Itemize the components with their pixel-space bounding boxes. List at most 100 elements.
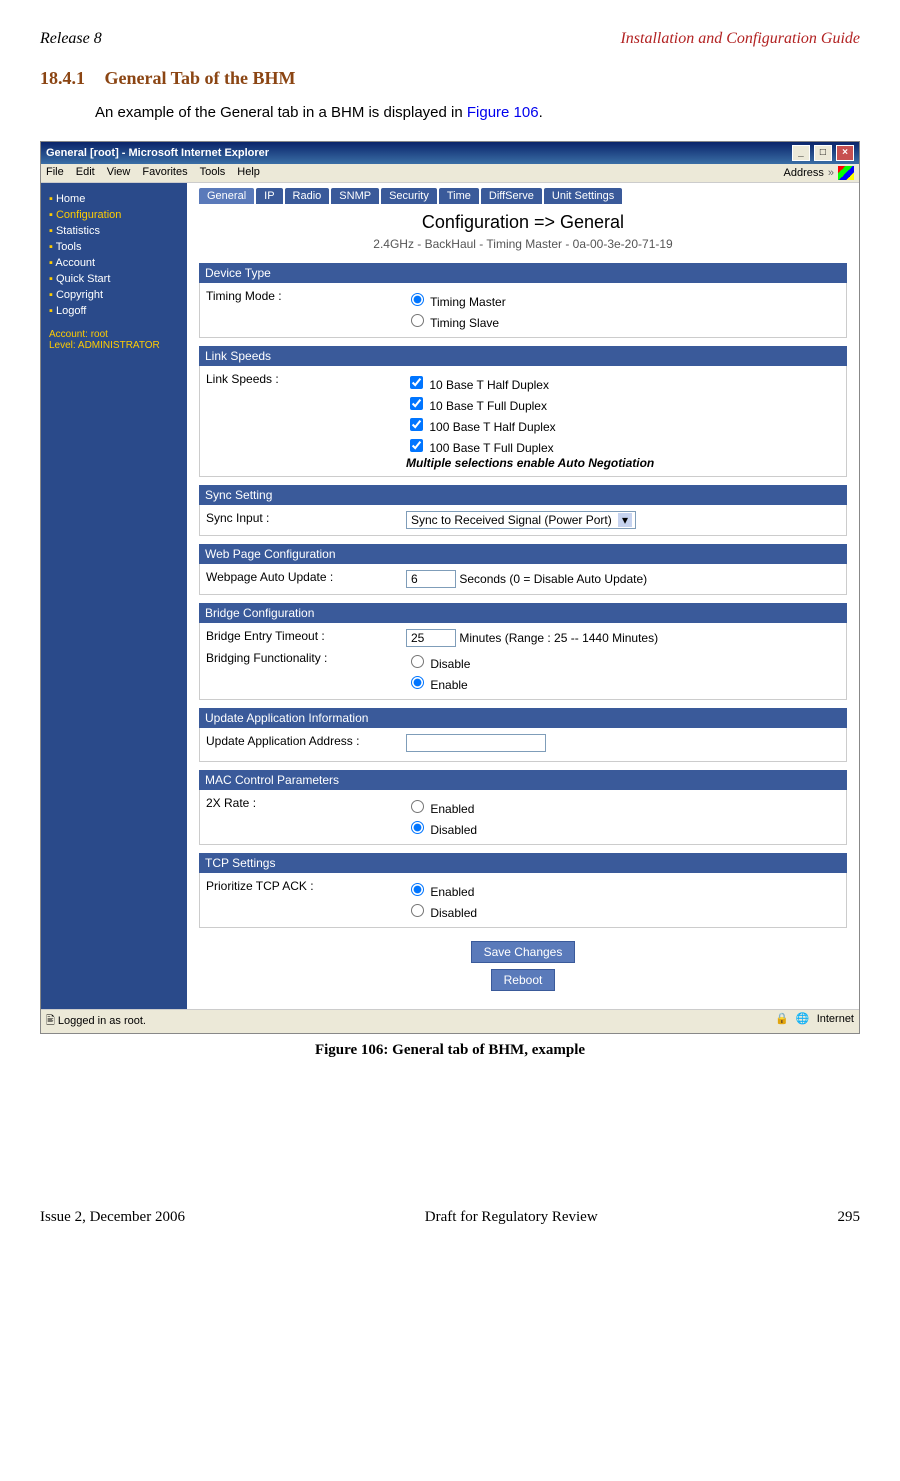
tab-radio[interactable]: Radio [285,188,330,204]
link-speed-10half-text: 10 Base T Half Duplex [429,378,549,392]
menu-edit[interactable]: Edit [76,166,95,180]
timing-mode-label: Timing Mode : [206,289,406,331]
link-speed-10half-checkbox[interactable] [410,376,423,389]
tab-security[interactable]: Security [381,188,437,204]
lock-icon: 🔒 [775,1013,789,1025]
content-area: General IP Radio SNMP Security Time Diff… [187,183,859,1009]
2x-disabled-text: Disabled [430,823,477,837]
statusbar: 🖹 Logged in as root. 🔒 🌐 Internet [41,1009,859,1033]
section-number: 18.4.1 [40,68,85,88]
2x-enabled-text: Enabled [430,802,474,816]
section-tcp: TCP Settings Prioritize TCP ACK : Enable… [199,853,847,928]
bridge-disable-text: Disable [430,657,470,671]
tab-unitsettings[interactable]: Unit Settings [544,188,622,204]
section-sync: Sync Setting Sync Input : Sync to Receiv… [199,485,847,536]
sidebar-item-account[interactable]: Account [49,255,179,271]
tab-snmp[interactable]: SNMP [331,188,379,204]
tab-general[interactable]: General [199,188,254,204]
sidebar-item-quickstart[interactable]: Quick Start [49,271,179,287]
update-address-input[interactable] [406,734,546,752]
section-header-bridge: Bridge Configuration [199,603,847,623]
button-row: Save Changes Reboot [199,938,847,994]
close-button[interactable]: × [836,145,854,161]
sync-input-dropdown[interactable]: Sync to Received Signal (Power Port) [406,511,636,529]
timing-master-radio[interactable] [411,293,424,306]
menu-favorites[interactable]: Favorites [142,166,187,180]
reboot-button[interactable]: Reboot [491,969,556,991]
browser-menubar: File Edit View Favorites Tools Help Addr… [41,164,859,183]
webpage-update-label: Webpage Auto Update : [206,570,406,588]
address-label: Address [784,167,824,179]
save-changes-button[interactable]: Save Changes [471,941,576,963]
sidebar-item-logoff[interactable]: Logoff [49,303,179,319]
timing-master-text: Timing Master [430,295,506,309]
statusbar-zone: Internet [817,1013,854,1025]
browser-window: General [root] - Microsoft Internet Expl… [40,141,860,1034]
section-device-type: Device Type Timing Mode : Timing Master … [199,263,847,338]
section-title: General Tab of the BHM [105,68,296,88]
menu-tools[interactable]: Tools [200,166,226,180]
figure-link[interactable]: Figure 106 [467,104,539,121]
menu-help[interactable]: Help [237,166,260,180]
header-right: Installation and Configuration Guide [620,30,860,48]
tcp-disabled-radio[interactable] [411,904,424,917]
browser-title: General [root] - Microsoft Internet Expl… [46,147,269,159]
footer-center: Draft for Regulatory Review [425,1209,598,1226]
maximize-button[interactable]: □ [814,145,832,161]
sidebar-item-configuration[interactable]: Configuration [49,207,179,223]
globe-icon: 🌐 [796,1013,810,1025]
section-webpage: Web Page Configuration Webpage Auto Upda… [199,544,847,595]
bridge-disable-radio[interactable] [411,655,424,668]
2x-enabled-radio[interactable] [411,800,424,813]
sidebar-item-tools[interactable]: Tools [49,239,179,255]
tcp-ack-label: Prioritize TCP ACK : [206,879,406,921]
sidebar-item-statistics[interactable]: Statistics [49,223,179,239]
section-heading: 18.4.1 General Tab of the BHM [40,68,860,89]
link-speed-10full-checkbox[interactable] [410,397,423,410]
bridge-enable-text: Enable [430,678,467,692]
tab-diffserve[interactable]: DiffServe [481,188,542,204]
sidebar: Home Configuration Statistics Tools Acco… [41,183,187,1009]
page-footer: Issue 2, December 2006 Draft for Regulat… [40,1209,860,1226]
link-speed-100full-text: 100 Base T Full Duplex [429,441,553,455]
bridge-enable-radio[interactable] [411,676,424,689]
figure-caption: Figure 106: General tab of BHM, example [40,1042,860,1059]
browser-body: Home Configuration Statistics Tools Acco… [41,183,859,1009]
2x-disabled-radio[interactable] [411,821,424,834]
go-icon[interactable]: » [828,167,834,179]
header-left: Release 8 [40,30,102,48]
browser-titlebar: General [root] - Microsoft Internet Expl… [41,142,859,164]
tab-ip[interactable]: IP [256,188,282,204]
menu-view[interactable]: View [107,166,131,180]
account-name: Account: root [49,329,179,340]
section-bridge: Bridge Configuration Bridge Entry Timeou… [199,603,847,700]
bridge-timeout-label: Bridge Entry Timeout : [206,629,406,647]
bridge-timeout-input[interactable]: 25 [406,629,456,647]
link-speed-100half-text: 100 Base T Half Duplex [429,420,555,434]
sidebar-item-copyright[interactable]: Copyright [49,287,179,303]
section-update: Update Application Information Update Ap… [199,708,847,762]
bridge-func-label: Bridging Functionality : [206,651,406,693]
tab-time[interactable]: Time [439,188,479,204]
section-header-sync: Sync Setting [199,485,847,505]
account-level: Level: ADMINISTRATOR [49,340,179,351]
link-speed-100half-checkbox[interactable] [410,418,423,431]
tcp-enabled-text: Enabled [430,885,474,899]
footer-right: 295 [837,1209,860,1226]
tcp-enabled-radio[interactable] [411,883,424,896]
page-title: Configuration => General [199,212,847,233]
timing-slave-radio[interactable] [411,314,424,327]
webpage-update-suffix: Seconds (0 = Disable Auto Update) [459,572,647,586]
address-bar: Address » [784,166,854,180]
page-header: Release 8 Installation and Configuration… [40,30,860,48]
link-speed-100full-checkbox[interactable] [410,439,423,452]
sidebar-item-home[interactable]: Home [49,191,179,207]
update-address-label: Update Application Address : [206,734,406,755]
minimize-button[interactable]: _ [792,145,810,161]
section-header-mac: MAC Control Parameters [199,770,847,790]
menu-file[interactable]: File [46,166,64,180]
link-speeds-label: Link Speeds : [206,372,406,470]
section-header-webpage: Web Page Configuration [199,544,847,564]
webpage-update-input[interactable]: 6 [406,570,456,588]
section-mac: MAC Control Parameters 2X Rate : Enabled… [199,770,847,845]
